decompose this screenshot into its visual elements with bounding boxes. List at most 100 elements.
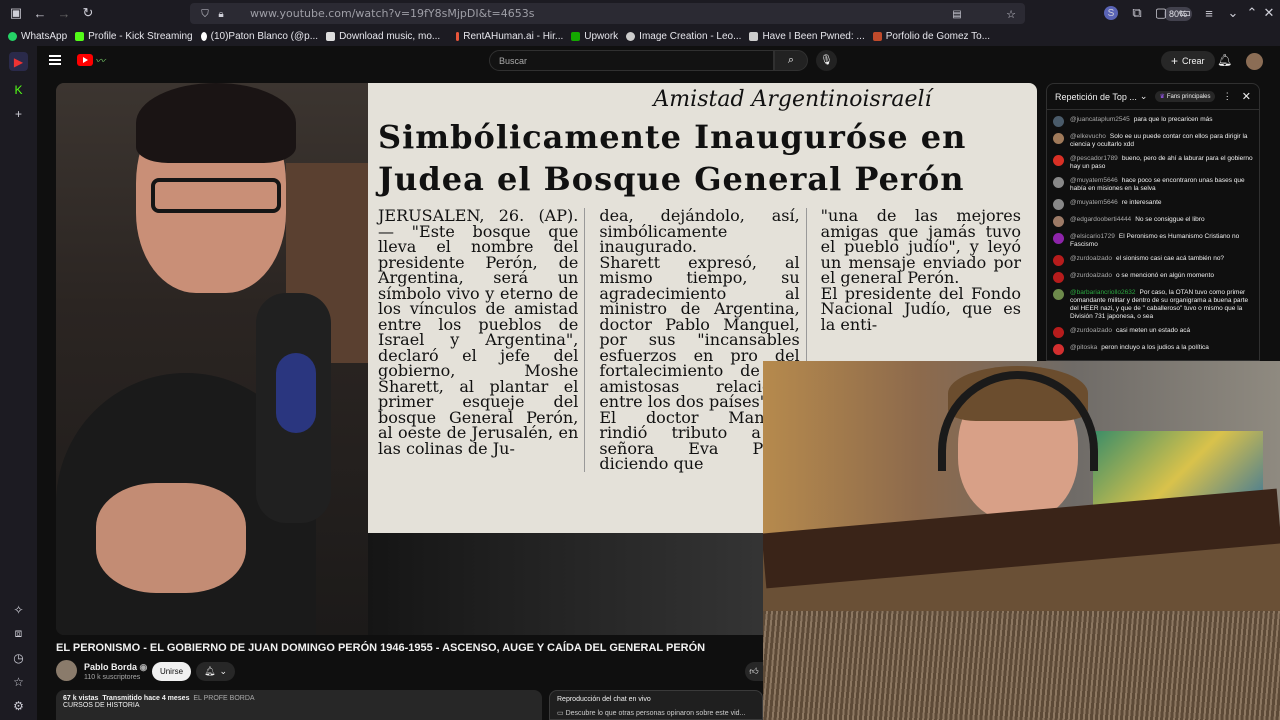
close-window-icon[interactable]: ✕ <box>1260 4 1278 22</box>
avatar <box>1053 116 1064 127</box>
youtube-logo[interactable] <box>77 54 93 66</box>
avatar <box>1053 344 1064 355</box>
bookmark-upwork[interactable]: Upwork <box>571 31 618 42</box>
view-count: 67 k vistas <box>63 695 99 702</box>
chat-author[interactable]: @barbariancriollo2632 <box>1070 289 1136 296</box>
chevron-down-icon[interactable]: ⌄ <box>1224 4 1242 22</box>
bookmark-download-music[interactable]: Download music, mo... <box>326 31 440 42</box>
presenter-hair <box>136 83 296 163</box>
chat-author[interactable]: @elkevucho <box>1070 133 1106 140</box>
picture-in-picture-icon[interactable]: ▤ <box>948 5 966 23</box>
avatar <box>1053 199 1064 210</box>
chat-author[interactable]: @muyatem5646 <box>1070 199 1118 206</box>
close-icon[interactable]: ✕ <box>1242 90 1251 103</box>
bookmark-tiktok[interactable]: (10)Paton Blanco (@p... <box>200 31 318 42</box>
youtube-panel-icon[interactable]: ▶ <box>9 52 28 71</box>
bookmark-label: Porfolio de Gomez To... <box>885 31 991 42</box>
container-icon[interactable]: ▢ <box>1152 4 1170 22</box>
channel-tag[interactable]: EL PROFE BORDA <box>193 695 254 702</box>
bookmark-haveibeenpwned[interactable]: Have I Been Pwned: ... <box>749 31 865 42</box>
like-button[interactable]: 👍︎ <box>745 662 763 681</box>
bookmarks-icon[interactable]: ☆ <box>9 672 28 691</box>
avatar <box>1053 272 1064 283</box>
bookmark-rentahuman[interactable]: RentAHuman.ai - Hir... <box>456 31 563 42</box>
chat-mode-title[interactable]: Repetición de Top ... <box>1055 92 1137 102</box>
newspaper-kicker: Amistad Argentinoisraelí <box>653 87 932 112</box>
chat-author[interactable]: @pescador1789 <box>1070 155 1118 162</box>
chat-message: @muyatem5646 hace poco se encontraron una… <box>1053 177 1253 193</box>
notifications-bell-icon[interactable]: 🔔︎ <box>1217 53 1232 67</box>
stream-date: Transmitido hace 4 meses <box>102 695 190 702</box>
whatsapp-icon <box>8 32 17 41</box>
back-icon[interactable]: ← <box>31 4 49 22</box>
search-icon: ⌕ <box>787 54 795 66</box>
search-button[interactable]: ⌕ <box>774 50 808 71</box>
chat-author[interactable]: @muyatem5646 <box>1070 177 1118 184</box>
avatar <box>1053 255 1064 266</box>
chat-text: No se consiggue el libro <box>1135 216 1205 223</box>
top-fans-badge[interactable]: ♛ Fans principales <box>1155 91 1215 102</box>
extensions-icon[interactable]: ⧉ <box>1128 4 1146 22</box>
bookmark-label: Have I Been Pwned: ... <box>762 31 865 42</box>
reader-icon[interactable]: ▭ <box>1176 4 1194 22</box>
bookmark-portfolio[interactable]: Porfolio de Gomez To... <box>872 31 991 42</box>
chat-message: @juancataplum2545 para que lo precaricen … <box>1053 116 1253 127</box>
history-icon[interactable]: ◷ <box>9 648 28 667</box>
chat-author[interactable]: @edgardooberti4444 <box>1070 216 1131 223</box>
chat-author[interactable]: @juancataplum2545 <box>1070 116 1130 123</box>
subscriber-count: 110 k suscriptores <box>84 674 141 681</box>
ai-chat-icon[interactable]: ✧ <box>9 600 28 619</box>
channel-name-text[interactable]: Pablo Borda <box>84 662 137 672</box>
forward-icon[interactable]: → <box>55 4 73 22</box>
chevron-down-icon[interactable]: ⌄ <box>1140 91 1148 102</box>
chat-message: @edgardooberti4444 No se consiggue el lib… <box>1053 216 1253 227</box>
youtube-doodle-logo[interactable]: 〰︎ <box>95 52 125 68</box>
url-bar[interactable]: ⛉ 🔒︎ www.youtube.com/watch?v=19fY8sMjpDI… <box>190 3 1193 24</box>
bookmark-label: WhatsApp <box>21 31 68 42</box>
chat-author[interactable]: @zurdoalzado <box>1070 327 1112 334</box>
bookmark-star-icon[interactable]: ☆ <box>1002 5 1020 23</box>
avatar <box>1053 289 1064 300</box>
channel-name[interactable]: Pablo Borda ◉ <box>84 662 147 673</box>
chat-author[interactable]: @zurdoalzado <box>1070 255 1112 262</box>
more-options-icon[interactable]: ⋮ <box>1223 91 1232 102</box>
reload-icon[interactable]: ↻ <box>79 4 97 22</box>
description-box[interactable]: 67 k vistas Transmitido hace 4 meses EL … <box>56 690 542 720</box>
chat-author[interactable]: @pitoska <box>1070 344 1097 351</box>
channel-avatar[interactable] <box>56 660 77 681</box>
url-text[interactable]: www.youtube.com/watch?v=19fY8sMjpDI&t=46… <box>250 7 534 20</box>
account-icon[interactable]: S <box>1104 6 1118 20</box>
subscription-bell-button[interactable]: 🔔︎ ⌄ <box>196 662 235 681</box>
lock-icon[interactable]: 🔒︎ <box>212 5 230 23</box>
kick-panel-icon[interactable]: K <box>9 80 28 99</box>
voice-search-button[interactable]: 🎙︎ <box>816 50 837 71</box>
chat-replay-card[interactable]: Reproducción del chat en vivo ▭ Descubre… <box>549 690 763 720</box>
user-avatar[interactable] <box>1246 53 1263 70</box>
chat-author[interactable]: @zurdoalzado <box>1070 272 1112 279</box>
create-button[interactable]: + Crear <box>1161 51 1215 71</box>
avatar <box>1053 216 1064 227</box>
synced-tabs-icon[interactable]: ⧈ <box>9 624 28 643</box>
avatar <box>1053 327 1064 338</box>
settings-icon[interactable]: ⚙ <box>9 696 28 715</box>
chat-message: @elkevucho Solo ee uu puede contar con el… <box>1053 133 1253 149</box>
kick-icon <box>75 32 85 41</box>
chat-text: o se mencionó en algún momento <box>1116 272 1214 279</box>
bookmark-label: Download music, mo... <box>339 31 441 42</box>
avatar <box>1053 155 1064 166</box>
bookmark-whatsapp[interactable]: WhatsApp <box>8 31 67 42</box>
live-chat-replay-panel: Repetición de Top ... ⌄ ♛ Fans principale… <box>1046 83 1260 361</box>
bookmark-kick[interactable]: Profile - Kick Streaming <box>75 31 193 42</box>
add-panel-icon[interactable]: + <box>9 104 28 123</box>
sidebar-toggle-icon[interactable]: ▣ <box>7 4 25 22</box>
search-input[interactable]: Buscar <box>489 50 774 71</box>
hamburger-menu-icon[interactable] <box>49 55 61 65</box>
menu-icon[interactable]: ≡ <box>1200 4 1218 22</box>
chat-message: @zurdoalzado o se mencionó en algún momen… <box>1053 272 1253 283</box>
chat-author[interactable]: @elsicario1729 <box>1070 233 1115 240</box>
browser-sidebar: ▶ K + ✧ ⧈ ◷ ☆ ⚙ <box>0 46 37 720</box>
join-button[interactable]: Unirse <box>152 662 191 681</box>
upwork-icon <box>571 32 581 41</box>
bookmark-leonardo[interactable]: Image Creation - Leo... <box>626 31 741 42</box>
minimize-icon[interactable]: ⌃ <box>1243 4 1261 22</box>
